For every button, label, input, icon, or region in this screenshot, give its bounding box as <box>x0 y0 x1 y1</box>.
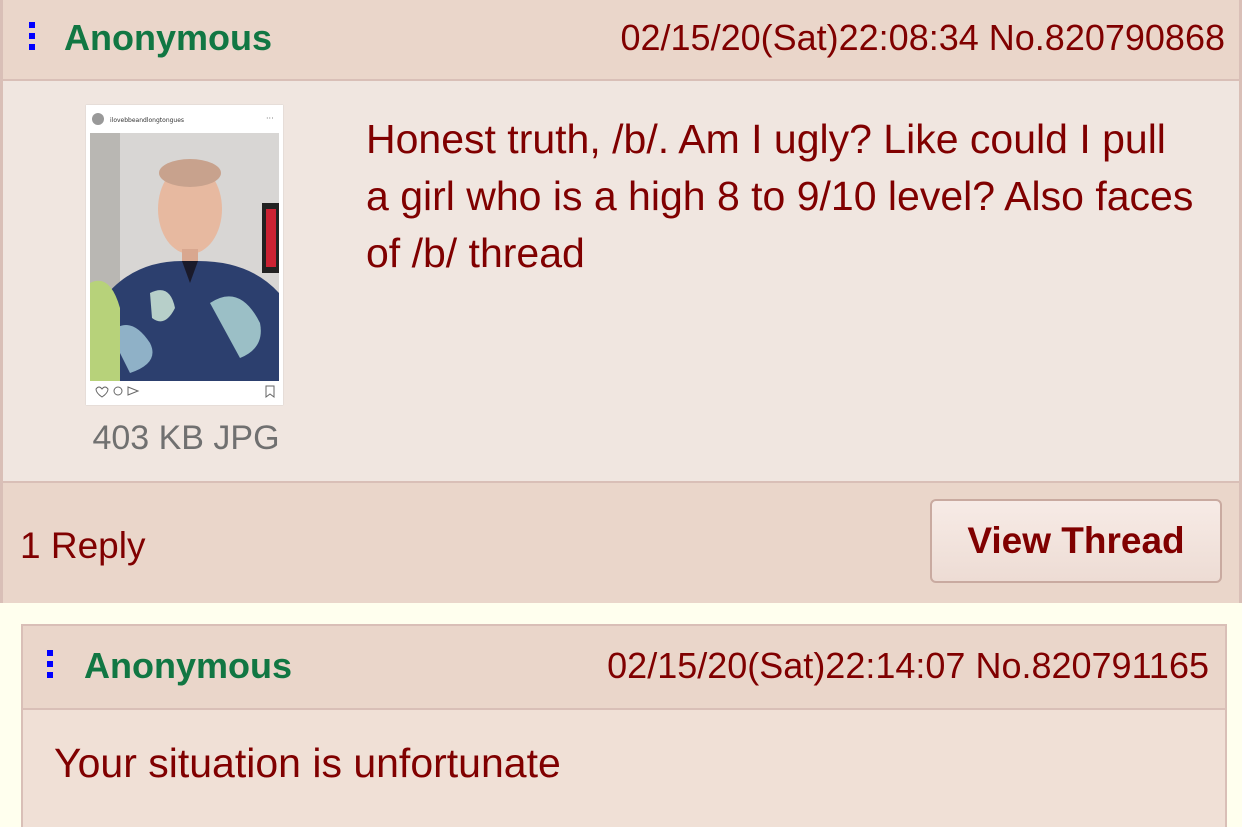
poster-name: Anonymous <box>84 645 293 686</box>
op-post-footer: 1 Reply View Thread <box>3 481 1239 603</box>
op-post: Anonymous 02/15/20(Sat)22:08:34 No.82079… <box>0 0 1242 603</box>
post-datetime: 02/15/20(Sat)22:14:07 <box>607 645 966 686</box>
post-meta: 02/15/20(Sat)22:08:34 No.820790868 <box>620 18 1225 58</box>
thumbnail-action-bar <box>90 383 279 401</box>
reply-count[interactable]: 1 Reply <box>20 525 145 567</box>
post-number[interactable]: No.820791165 <box>975 645 1209 686</box>
poster-name: Anonymous <box>64 17 273 58</box>
thumbnail-top-bar: ilovebbeandlongtongues ··· <box>90 111 279 127</box>
op-post-body: ilovebbeandlongtongues ··· 403 KB JPG Ho… <box>3 81 1239 481</box>
thumbnail-username: ilovebbeandlongtongues <box>110 117 184 124</box>
post-image-thumbnail[interactable]: ilovebbeandlongtongues ··· <box>86 105 283 405</box>
op-post-header: Anonymous 02/15/20(Sat)22:08:34 No.82079… <box>3 0 1239 81</box>
post-menu-icon[interactable] <box>47 650 53 678</box>
svg-text:···: ··· <box>266 114 274 123</box>
reply-post: Anonymous 02/15/20(Sat)22:14:07 No.82079… <box>21 624 1227 827</box>
post-menu-icon[interactable] <box>29 22 35 50</box>
reply-post-header: Anonymous 02/15/20(Sat)22:14:07 No.82079… <box>23 626 1225 710</box>
post-number[interactable]: No.820790868 <box>989 17 1225 58</box>
post-meta: 02/15/20(Sat)22:14:07 No.820791165 <box>607 646 1209 686</box>
post-comment: Honest truth, /b/. Am I ugly? Like could… <box>366 116 1194 276</box>
file-info: 403 KB JPG <box>92 419 280 457</box>
reply-comment: Your situation is unfortunate <box>54 740 561 786</box>
post-datetime: 02/15/20(Sat)22:08:34 <box>620 17 979 58</box>
selfie-photo <box>90 133 279 381</box>
view-thread-button[interactable]: View Thread <box>930 499 1222 583</box>
